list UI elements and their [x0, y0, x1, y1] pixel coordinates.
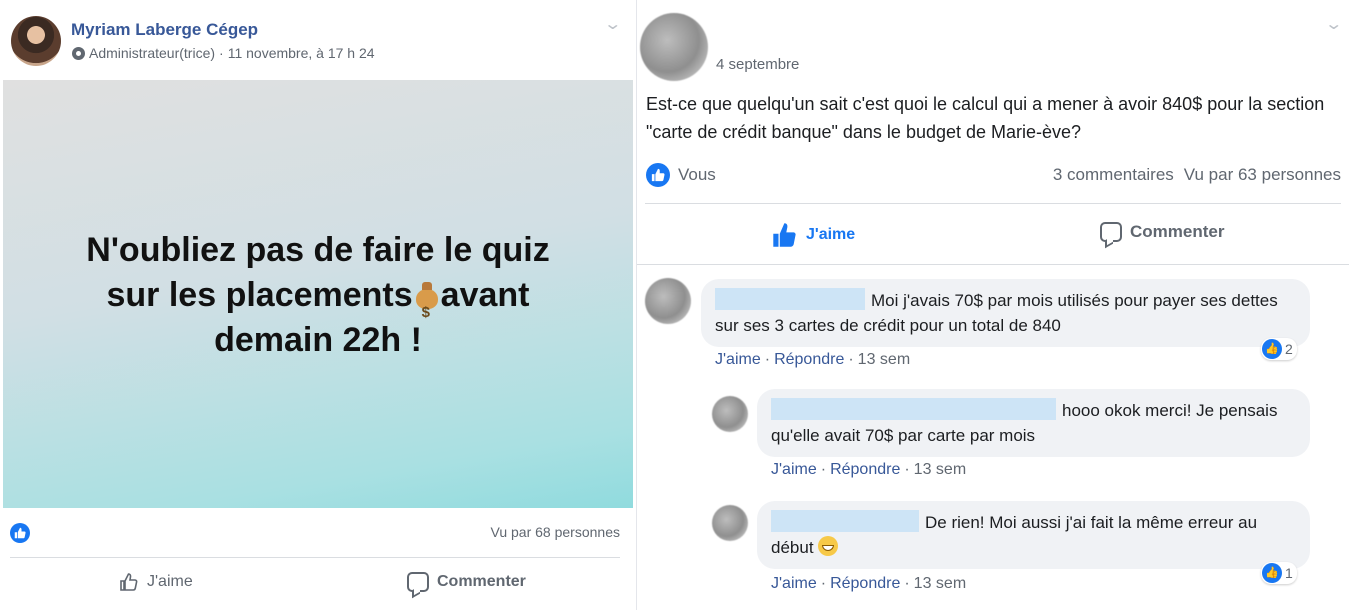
like-button[interactable]: J'aime [772, 222, 855, 248]
author-role: Administrateur(trice) [89, 45, 216, 61]
seen-by-count[interactable]: Vu par 68 personnes [491, 524, 620, 540]
comment-time[interactable]: 13 sem [914, 461, 966, 478]
meta-separator: · [219, 45, 224, 61]
post-banner: N'oubliez pas de faire le quiz sur les p… [3, 80, 633, 508]
author-avatar[interactable] [11, 16, 61, 66]
like-reaction-icon: 👍 [1262, 339, 1282, 359]
like-label: J'aime [147, 573, 193, 590]
banner-line-1: N'oubliez pas de faire le quiz [86, 231, 550, 269]
right-post: 4 septembre ⌄ Est-ce que quelqu'un sait … [637, 0, 1349, 610]
comment-reply-link[interactable]: Répondre [830, 575, 900, 592]
thumbs-up-icon [120, 573, 138, 591]
comment-like-link[interactable]: J'aime [771, 461, 817, 478]
left-post: Myriam Laberge Cégep Administrateur(tric… [0, 0, 637, 610]
author-name[interactable]: Myriam Laberge Cégep [71, 20, 258, 40]
comment-button[interactable]: Commenter [1100, 222, 1224, 242]
comment-bubble: hooo okok merci! Je pensais qu'elle avai… [757, 389, 1310, 457]
post-stats: 3 commentaires Vu par 63 personnes [1053, 165, 1341, 185]
comment-reactions[interactable]: 👍 1 [1261, 562, 1297, 584]
comment-time[interactable]: 13 sem [914, 575, 966, 592]
like-label: J'aime [806, 226, 856, 243]
post-text: Est-ce que quelqu'un sait c'est quoi le … [646, 94, 1325, 142]
thumbs-up-icon [773, 223, 796, 247]
comment-reply-link[interactable]: Répondre [830, 461, 900, 478]
comment-bubble: De rien! Moi aussi j'ai fait la même err… [757, 501, 1310, 569]
comment-actions: J'aime · Répondre · 13 sem [715, 351, 911, 368]
grinning-face-icon [818, 536, 839, 556]
divider [637, 264, 1349, 265]
comments-count[interactable]: 3 commentaires [1053, 165, 1174, 184]
author-avatar[interactable] [640, 13, 708, 81]
banner-line-2: sur les placements avant [33, 273, 603, 335]
banner-line-2-start: sur les placements [106, 276, 413, 314]
banner-line-2-end: avant [440, 276, 530, 314]
comment-button[interactable]: Commenter [407, 572, 526, 592]
commenter-name-redacted[interactable] [771, 510, 919, 532]
like-button[interactable]: J'aime [119, 572, 193, 592]
like-reaction-icon: 👍 [1262, 563, 1282, 583]
banner-text: N'oubliez pas de faire le quiz sur les p… [33, 228, 603, 363]
speech-bubble-icon [407, 572, 429, 592]
comment-time[interactable]: 13 sem [858, 351, 910, 368]
post-date[interactable]: 4 septembre [716, 56, 799, 73]
admin-shield-icon [72, 46, 85, 60]
divider [645, 203, 1341, 204]
banner-line-3: demain 22h ! [214, 321, 422, 359]
commenter-name-redacted[interactable] [715, 288, 865, 310]
commenter-avatar[interactable] [712, 505, 748, 541]
post-meta: Administrateur(trice) · 11 novembre, à 1… [72, 45, 375, 61]
post-timestamp[interactable]: 11 novembre, à 17 h 24 [228, 45, 375, 61]
commenter-name-redacted[interactable] [771, 398, 1056, 420]
comment-like-link[interactable]: J'aime [771, 575, 817, 592]
comment-label: Commenter [1130, 222, 1225, 241]
reaction-count: 1 [1285, 565, 1293, 581]
chevron-down-icon[interactable]: ⌄ [603, 14, 622, 34]
comment-actions: J'aime · Répondre · 13 sem [771, 461, 967, 478]
like-reaction-icon[interactable] [10, 523, 30, 543]
comment-label: Commenter [437, 573, 526, 590]
comment-reply-link[interactable]: Répondre [774, 351, 844, 368]
seen-by-count[interactable]: Vu par 63 personnes [1184, 165, 1341, 184]
chevron-down-icon[interactable]: ⌄ [1324, 14, 1343, 34]
divider [10, 557, 620, 558]
comment-like-link[interactable]: J'aime [715, 351, 761, 368]
commenter-avatar[interactable] [645, 278, 691, 324]
comment-bubble: Moi j'avais 70$ par mois utilisés pour p… [701, 279, 1310, 347]
commenter-avatar[interactable] [712, 396, 748, 432]
reactors-list[interactable]: Vous [678, 165, 716, 185]
comment-reactions[interactable]: 👍 2 [1261, 338, 1297, 360]
reaction-count: 2 [1285, 341, 1293, 357]
comment-actions: J'aime · Répondre · 13 sem [771, 575, 967, 592]
like-reaction-icon[interactable] [646, 163, 670, 187]
money-bag-icon [413, 280, 441, 335]
speech-bubble-icon [1100, 222, 1122, 242]
